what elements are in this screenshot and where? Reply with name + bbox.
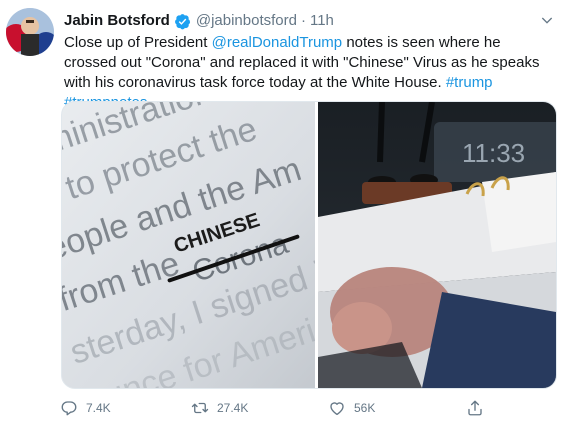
heart-icon — [330, 402, 344, 416]
tweet-header: Jabin Botsford @jabinbotsford · 11h — [64, 11, 334, 31]
like-count: 56K — [354, 401, 376, 415]
tweet-text-part: Close up of President — [64, 34, 212, 51]
reply-count: 7.4K — [86, 401, 111, 415]
share-icon — [468, 400, 482, 416]
clock-display: 11:33 — [462, 138, 525, 168]
tweet-timestamp[interactable]: 11h — [310, 11, 334, 31]
podium-photo[interactable]: 11:33 — [318, 102, 556, 388]
avatar-image — [6, 8, 54, 56]
separator-dot: · — [300, 12, 306, 29]
reply-icon — [61, 401, 77, 416]
tweet-card[interactable]: Jabin Botsford @jabinbotsford · 11h Clos… — [0, 0, 569, 427]
like-button[interactable]: 56K — [328, 396, 375, 420]
retweet-icon — [191, 402, 209, 414]
reply-button[interactable]: 7.4K — [60, 396, 111, 420]
author-name[interactable]: Jabin Botsford — [64, 11, 170, 31]
hashtag-link-trump[interactable]: #trump — [446, 74, 493, 91]
tweet-media: ministration y to protect the eople and … — [61, 101, 557, 389]
media-grid: ministration y to protect the eople and … — [62, 102, 556, 388]
author-handle[interactable]: @jabinbotsford — [196, 11, 297, 31]
verified-badge-icon — [174, 13, 190, 29]
mention-link[interactable]: @realDonaldTrump — [212, 34, 343, 51]
retweet-button[interactable]: 27.4K — [191, 396, 248, 420]
media-divider — [315, 102, 318, 388]
chevron-down-icon[interactable] — [539, 12, 555, 28]
tweet-actions: 7.4K 27.4K 56K — [60, 396, 500, 420]
retweet-count: 27.4K — [217, 401, 249, 415]
share-button[interactable] — [466, 396, 492, 420]
avatar[interactable] — [6, 8, 54, 56]
